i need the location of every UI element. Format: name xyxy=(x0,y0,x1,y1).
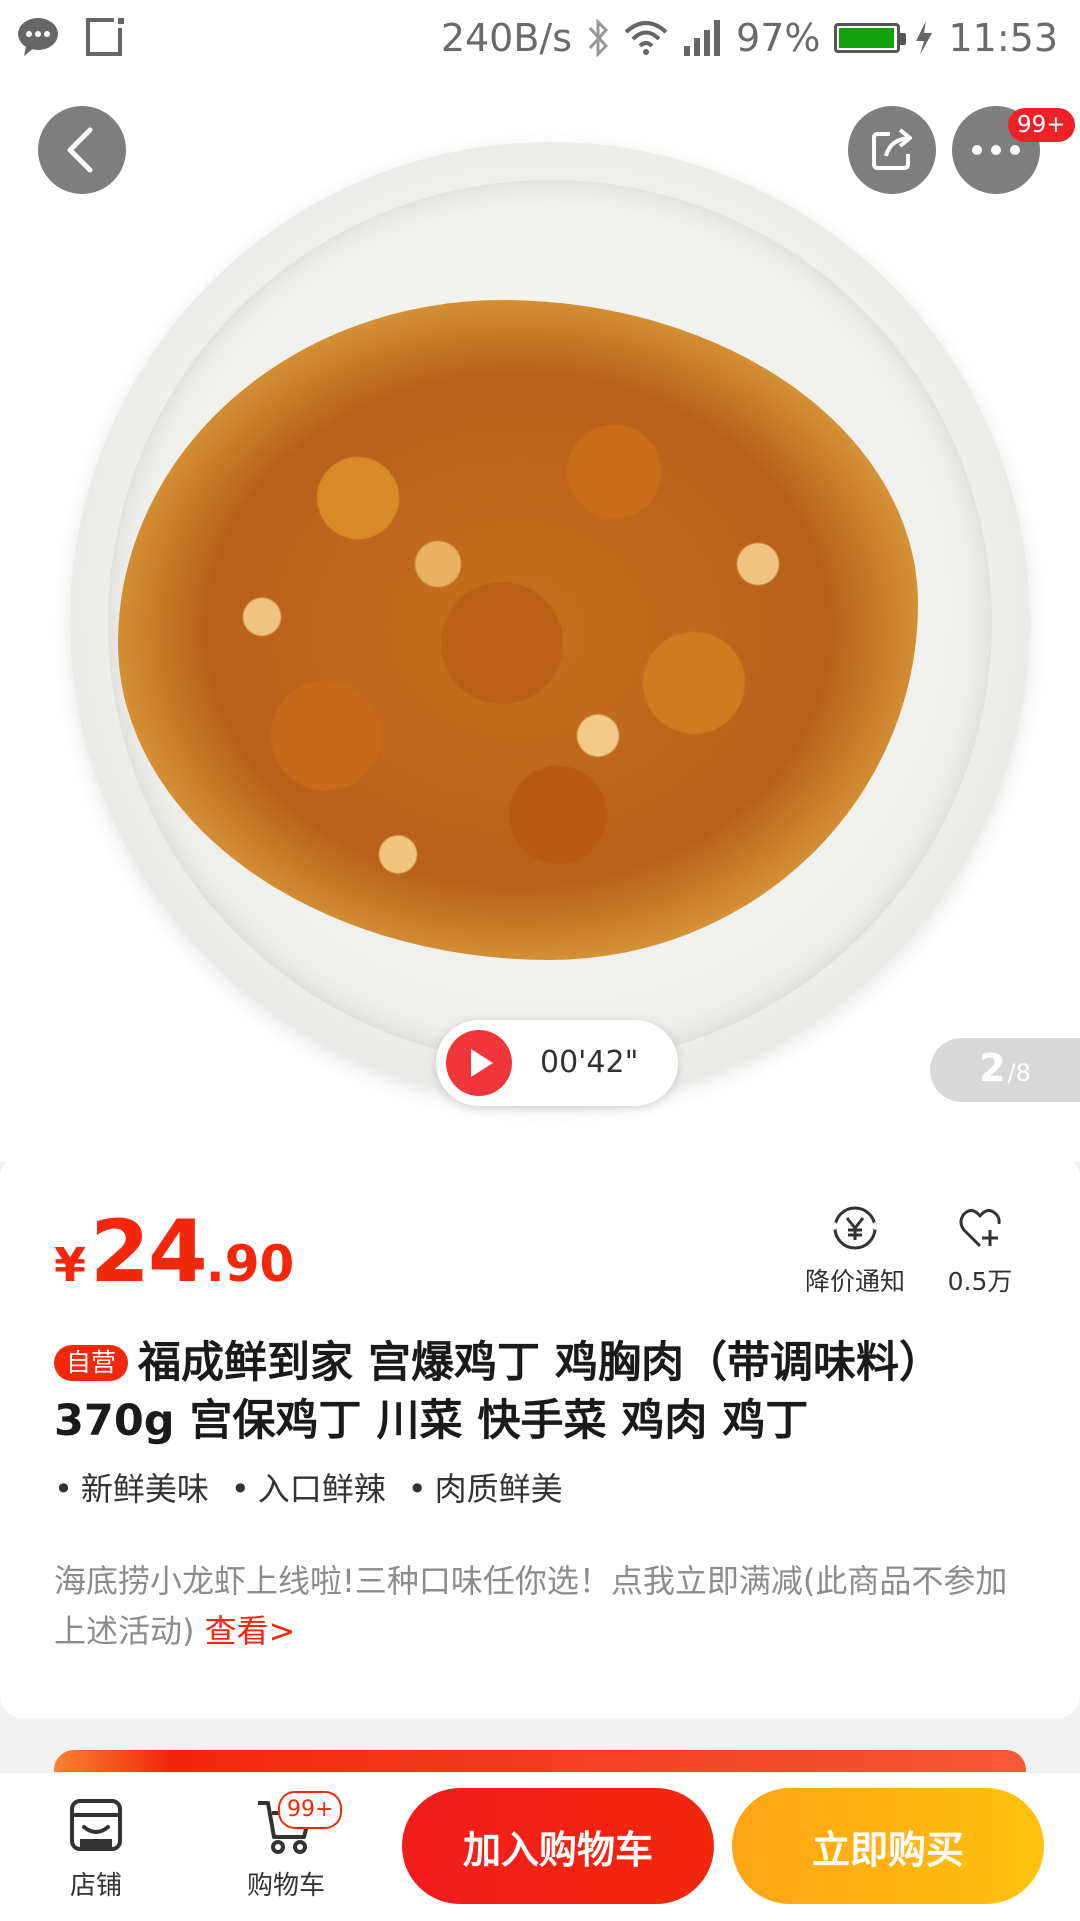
product-title: 自营 福成鲜到家 宫爆鸡丁 鸡胸肉（带调味料）370g 宫保鸡丁 川菜 快手菜 鸡… xyxy=(54,1334,1034,1450)
charging-icon xyxy=(916,21,933,55)
chevron-left-icon xyxy=(67,127,93,173)
battery-level xyxy=(839,28,894,48)
shop-button[interactable]: 店铺 xyxy=(36,1793,156,1902)
buy-now-button[interactable]: 立即购买 xyxy=(732,1788,1044,1904)
gallery-current-page: 2 xyxy=(979,1046,1006,1090)
shop-label: 店铺 xyxy=(69,1871,122,1901)
video-duration: 00'42" xyxy=(540,1045,639,1080)
promotion-notice: 海底捞小龙虾上线啦!三种口味任你选！点我立即满减(此商品不参加上述活动) 查看> xyxy=(54,1556,1024,1656)
promotion-text: 海底捞小龙虾上线啦!三种口味任你选！点我立即满减(此商品不参加上述活动) xyxy=(54,1562,1008,1650)
price-integer: 24 xyxy=(90,1202,208,1302)
share-icon xyxy=(872,128,912,170)
promotion-view-link[interactable]: 查看> xyxy=(205,1612,296,1650)
price-drop-notify-button[interactable]: 降价通知 xyxy=(800,1204,910,1298)
yen-bell-icon xyxy=(831,1206,879,1250)
screenshot-icon xyxy=(86,16,126,56)
signal-icon xyxy=(684,20,721,56)
price-decimal: .90 xyxy=(205,1235,295,1293)
status-bar: 240B/s 97% 11:53 xyxy=(0,0,1080,72)
back-button[interactable] xyxy=(38,106,126,194)
follow-count: 0.5万 xyxy=(947,1267,1013,1296)
selling-point-tags: 新鲜美味 入口鲜辣 肉质鲜美 xyxy=(54,1464,563,1510)
more-icon xyxy=(972,145,1020,155)
gallery-page-indicator: 2 /8 xyxy=(930,1038,1080,1102)
share-button[interactable] xyxy=(848,106,936,194)
battery-percent: 97% xyxy=(736,16,821,60)
cart-count-badge: 99+ xyxy=(278,1791,343,1829)
product-title-text: 福成鲜到家 宫爆鸡丁 鸡胸肉（带调味料）370g 宫保鸡丁 川菜 快手菜 鸡肉 … xyxy=(54,1338,942,1446)
gallery-total-pages: /8 xyxy=(1007,1059,1031,1087)
price: ¥ 24 .90 xyxy=(54,1202,294,1302)
self-operated-badge: 自营 xyxy=(54,1345,129,1381)
follow-button[interactable]: 0.5万 xyxy=(940,1204,1020,1298)
selling-point-tag: 入口鲜辣 xyxy=(231,1464,386,1510)
heart-plus-icon xyxy=(959,1209,1001,1248)
product-info-card: ¥ 24 .90 降价通知 0.5万 自营 福成鲜到家 宫爆鸡丁 鸡胸肉（带调味料… xyxy=(0,1156,1080,1718)
add-to-cart-button[interactable]: 加入购物车 xyxy=(402,1788,714,1904)
price-currency: ¥ xyxy=(54,1238,87,1292)
message-count-badge: 99+ xyxy=(1008,108,1075,142)
selling-point-tag: 新鲜美味 xyxy=(54,1464,209,1510)
price-drop-notify-label: 降价通知 xyxy=(804,1267,905,1296)
selling-point-tag: 肉质鲜美 xyxy=(408,1464,563,1510)
cart-label: 购物车 xyxy=(246,1871,325,1901)
bluetooth-icon xyxy=(588,18,609,58)
wifi-icon xyxy=(624,21,668,55)
battery-icon xyxy=(834,23,907,53)
product-photo-dish xyxy=(118,300,918,960)
product-image-gallery[interactable] xyxy=(0,72,1080,1162)
network-speed: 240B/s xyxy=(440,16,573,60)
store-icon xyxy=(70,1799,122,1851)
play-icon xyxy=(446,1030,512,1096)
video-play-button[interactable]: 00'42" xyxy=(436,1020,678,1106)
message-icon xyxy=(18,18,58,56)
clock: 11:53 xyxy=(948,16,1058,60)
